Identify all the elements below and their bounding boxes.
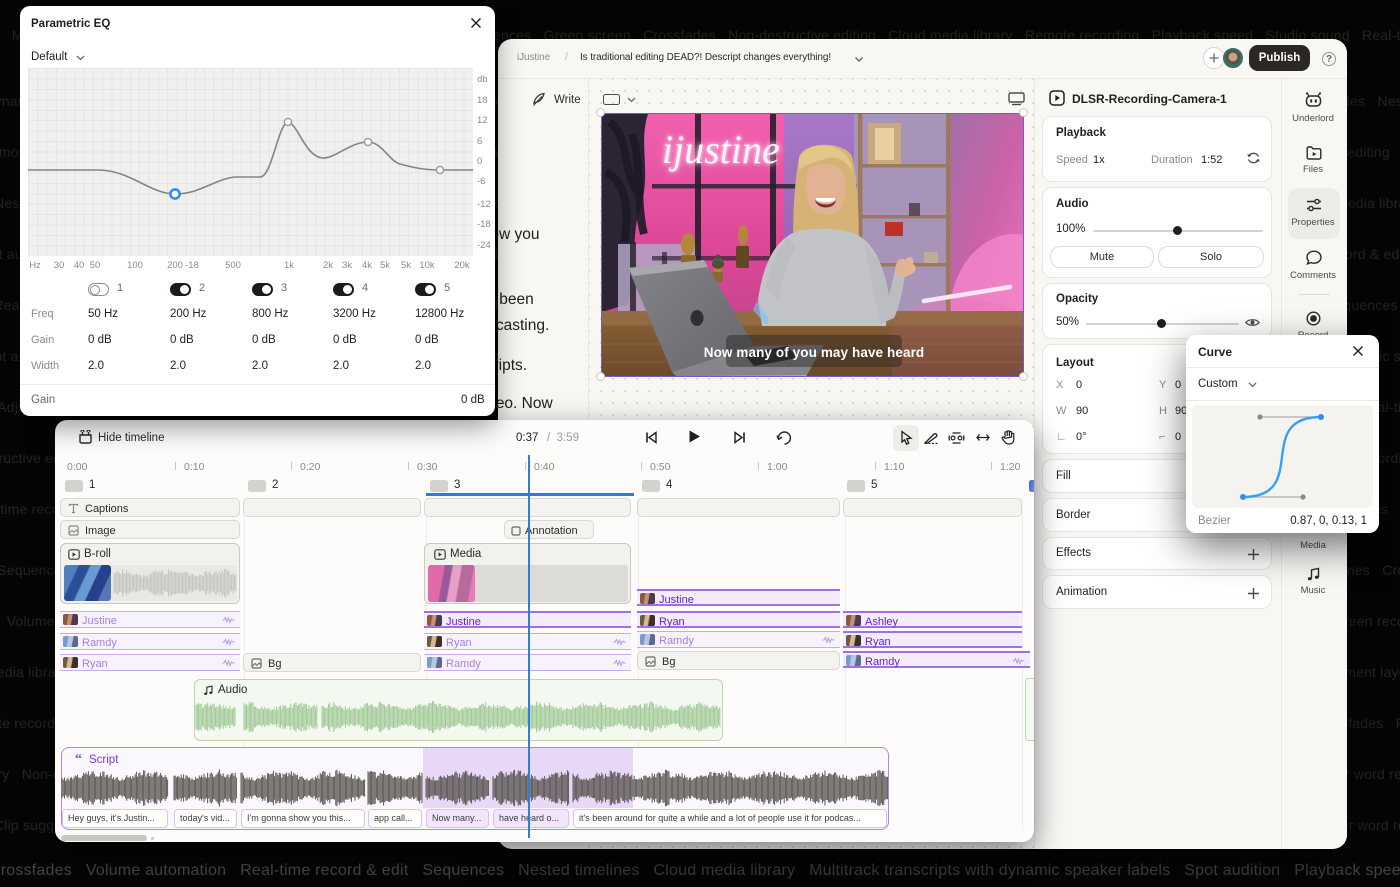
svg-text:ijustine: ijustine (662, 127, 780, 172)
svg-text:Now many of you may have heard: Now many of you may have heard (704, 345, 925, 360)
